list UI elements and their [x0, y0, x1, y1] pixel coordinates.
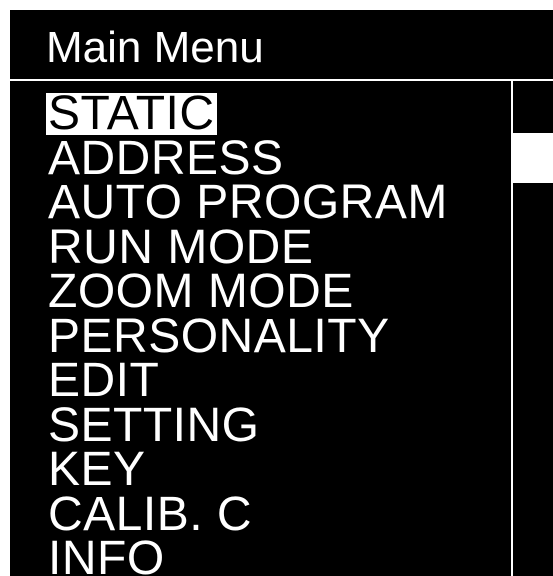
menu-item-label: STATIC [46, 87, 217, 140]
menu-item-auto-program[interactable]: AUTO PROGRAM [46, 176, 450, 229]
menu-item-label: KEY [48, 443, 146, 496]
lcd-screen: Main Menu STATIC ADDRESS AUTO PROGRAM RU… [10, 10, 553, 576]
menu-item-label: CALIB. C [48, 487, 253, 541]
menu-item-static[interactable]: STATIC [46, 87, 450, 140]
menu-item-label: EDIT [48, 354, 160, 407]
menu-item-label: AUTO PROGRAM [48, 176, 448, 229]
menu-item-label: INFO [48, 532, 165, 576]
scrollbar-thumb[interactable] [513, 133, 553, 183]
menu-item-label: ZOOM MODE [48, 265, 354, 318]
menu-item-label: SETTING [48, 398, 260, 452]
menu-item-run-mode[interactable]: RUN MODE [46, 220, 450, 274]
menu-item-address[interactable]: ADDRESS [46, 131, 450, 185]
menu-item-label: RUN MODE [48, 220, 314, 274]
menu-item-key[interactable]: KEY [46, 443, 450, 496]
menu-item-setting[interactable]: SETTING [46, 398, 450, 452]
title-divider [10, 79, 553, 81]
menu-item-personality[interactable]: PERSONALITY [46, 309, 450, 363]
menu-item-label: PERSONALITY [48, 309, 390, 363]
menu-item-info[interactable]: INFO [46, 532, 450, 576]
scrollbar[interactable] [511, 81, 553, 576]
main-menu-list: STATIC ADDRESS AUTO PROGRAM RUN MODE ZOO… [46, 87, 450, 576]
menu-item-label: ADDRESS [48, 131, 284, 185]
menu-item-edit[interactable]: EDIT [46, 354, 450, 407]
page-title: Main Menu [46, 23, 264, 72]
title-bar: Main Menu [10, 10, 553, 78]
menu-item-zoom-mode[interactable]: ZOOM MODE [46, 265, 450, 318]
menu-item-calib-c[interactable]: CALIB. C [46, 487, 450, 541]
